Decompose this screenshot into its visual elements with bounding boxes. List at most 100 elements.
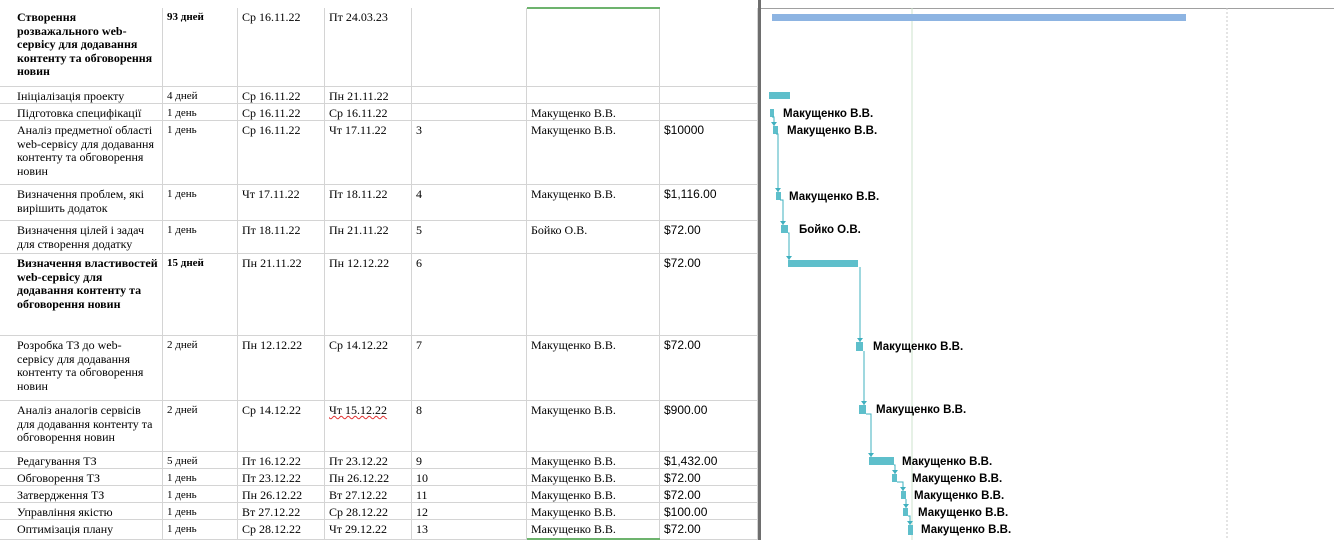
resource-cell[interactable] [527,87,660,103]
finish-cell[interactable]: Пт 23.12.22 [325,452,412,468]
predecessors-cell[interactable]: 12 [412,503,527,519]
duration-cell[interactable]: 4 дней [163,87,238,103]
predecessors-cell[interactable]: 11 [412,486,527,502]
predecessors-cell[interactable]: 4 [412,185,527,220]
resource-cell[interactable]: Макущенко В.В. [527,104,660,120]
task-name-cell[interactable]: Аналіз аналогів сервісів для додавання к… [0,401,163,451]
duration-cell[interactable]: 1 день [163,104,238,120]
start-cell[interactable]: Пт 18.11.22 [238,221,325,253]
duration-cell[interactable]: 1 день [163,503,238,519]
task-name-cell[interactable]: Управління якістю [0,503,163,519]
resource-cell[interactable]: Макущенко В.В. [527,486,660,502]
predecessors-cell[interactable]: 9 [412,452,527,468]
predecessors-cell[interactable] [412,87,527,103]
predecessors-cell[interactable]: 7 [412,336,527,400]
finish-cell[interactable]: Пн 26.12.22 [325,469,412,485]
resource-cell[interactable]: Макущенко В.В. [527,452,660,468]
duration-cell[interactable]: 15 дней [163,254,238,335]
resource-cell[interactable]: Макущенко В.В. [527,336,660,400]
cost-cell[interactable]: $72.00 [660,469,758,485]
duration-cell[interactable]: 93 дней [163,8,238,86]
cost-cell[interactable]: $900.00 [660,401,758,451]
task-row[interactable]: Підготовка специфікації 1 день Ср 16.11.22… [0,104,758,121]
summary-task-row[interactable]: Створення розважального web-сервісу для … [0,8,758,87]
predecessors-cell[interactable] [412,8,527,86]
predecessors-cell[interactable]: 13 [412,520,527,539]
cost-cell[interactable]: $1,432.00 [660,452,758,468]
task-name-cell[interactable]: Створення розважального web-сервісу для … [0,8,163,86]
task-row[interactable]: Аналіз аналогів сервісів для додавання к… [0,401,758,452]
cost-cell[interactable]: $72.00 [660,221,758,253]
predecessors-cell[interactable]: 10 [412,469,527,485]
finish-cell[interactable]: Чт 29.12.22 [325,520,412,539]
task-name-cell[interactable]: Ініціалізація проекту [0,87,163,103]
task-name-cell[interactable]: Визначення проблем, які вирішить додаток [0,185,163,220]
finish-cell[interactable]: Пн 21.11.22 [325,221,412,253]
task-name-cell[interactable]: Розробка ТЗ до web-сервісу для додавання… [0,336,163,400]
resource-cell[interactable]: Макущенко В.В. [527,185,660,220]
finish-cell[interactable]: Пт 24.03.23 [325,8,412,86]
task-name-cell[interactable]: Аналіз предметної області web-сервісу дл… [0,121,163,184]
finish-cell[interactable]: Пн 21.11.22 [325,87,412,103]
start-cell[interactable]: Пт 23.12.22 [238,469,325,485]
start-cell[interactable]: Ср 16.11.22 [238,121,325,184]
task-name-cell[interactable]: Визначення цілей і задач для створення д… [0,221,163,253]
cost-cell[interactable]: $72.00 [660,336,758,400]
predecessors-cell[interactable] [412,104,527,120]
task-name-cell[interactable]: Редагування ТЗ [0,452,163,468]
finish-cell[interactable]: Пт 18.11.22 [325,185,412,220]
finish-cell[interactable]: Вт 27.12.22 [325,486,412,502]
finish-cell[interactable]: Ср 28.12.22 [325,503,412,519]
predecessors-cell[interactable]: 8 [412,401,527,451]
task-row[interactable]: Редагування ТЗ 5 дней Пт 16.12.22 Пт 23.12.… [0,452,758,469]
task-name-cell[interactable]: Підготовка специфікації [0,104,163,120]
task-row[interactable]: Затвердження ТЗ 1 день Пн 26.12.22 Вт 27.12… [0,486,758,503]
duration-cell[interactable]: 5 дней [163,452,238,468]
task-row[interactable]: Визначення проблем, які вирішить додаток… [0,185,758,221]
cost-cell[interactable] [660,104,758,120]
duration-cell[interactable]: 2 дней [163,401,238,451]
predecessors-cell[interactable]: 5 [412,221,527,253]
cost-cell[interactable]: $72.00 [660,520,758,539]
summary-task-row[interactable]: Визначення властивостей web-сервісу для … [0,254,758,336]
finish-cell[interactable]: Ср 16.11.22 [325,104,412,120]
resource-cell[interactable]: Макущенко В.В. [527,469,660,485]
task-name-cell[interactable]: Визначення властивостей web-сервісу для … [0,254,163,335]
resource-cell[interactable] [527,8,660,86]
start-cell[interactable]: Ср 16.11.22 [238,87,325,103]
duration-cell[interactable]: 1 день [163,520,238,539]
start-cell[interactable]: Ср 28.12.22 [238,520,325,539]
duration-cell[interactable]: 1 день [163,185,238,220]
start-cell[interactable]: Пн 26.12.22 [238,486,325,502]
resource-cell[interactable]: Макущенко В.В. [527,121,660,184]
task-row[interactable]: Оптимізація плану 1 день Ср 28.12.22 Чт 29.… [0,520,758,540]
task-name-cell[interactable]: Затвердження ТЗ [0,486,163,502]
task-row[interactable]: Управління якістю 1 день Вт 27.12.22 Ср 28.… [0,503,758,520]
cost-cell[interactable] [660,87,758,103]
finish-cell[interactable]: Чт 17.11.22 [325,121,412,184]
resource-cell[interactable]: Макущенко В.В. [527,503,660,519]
start-cell[interactable]: Вт 27.12.22 [238,503,325,519]
task-row[interactable]: Аналіз предметної області web-сервісу дл… [0,121,758,185]
duration-cell[interactable]: 1 день [163,221,238,253]
duration-cell[interactable]: 1 день [163,486,238,502]
predecessors-cell[interactable]: 6 [412,254,527,335]
task-row[interactable]: Розробка ТЗ до web-сервісу для додавання… [0,336,758,401]
cost-cell[interactable]: $72.00 [660,486,758,502]
duration-cell[interactable]: 1 день [163,469,238,485]
finish-cell[interactable]: Ср 14.12.22 [325,336,412,400]
start-cell[interactable]: Пт 16.12.22 [238,452,325,468]
task-row[interactable]: Визначення цілей і задач для створення д… [0,221,758,254]
resource-cell[interactable]: Макущенко В.В. [527,520,660,539]
finish-cell[interactable]: Чт 15.12.22 [325,401,412,451]
predecessors-cell[interactable]: 3 [412,121,527,184]
duration-cell[interactable]: 1 день [163,121,238,184]
resource-cell[interactable]: Макущенко В.В. [527,401,660,451]
task-row[interactable]: Обговорення ТЗ 1 день Пт 23.12.22 Пн 26.12.… [0,469,758,486]
resource-cell[interactable]: Бойко О.В. [527,221,660,253]
start-cell[interactable]: Пн 21.11.22 [238,254,325,335]
start-cell[interactable]: Ср 16.11.22 [238,104,325,120]
start-cell[interactable]: Ср 16.11.22 [238,8,325,86]
cost-cell[interactable]: $100.00 [660,503,758,519]
cost-cell[interactable]: $10000 [660,121,758,184]
